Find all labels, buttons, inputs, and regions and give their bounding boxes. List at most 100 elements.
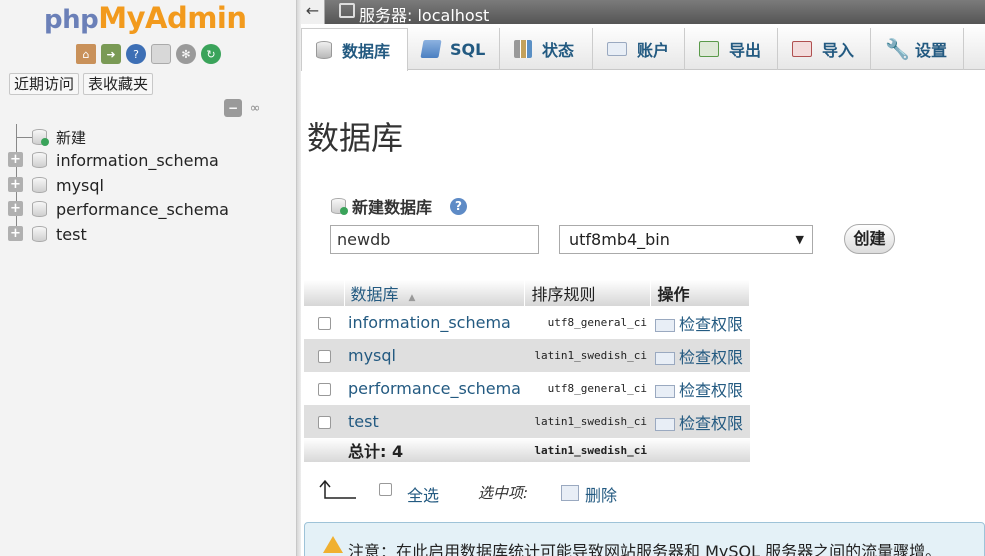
help-icon[interactable]: ?: [450, 197, 468, 215]
dropdown-arrow-icon: ▼: [795, 233, 804, 246]
logo-my-text: My: [98, 1, 145, 35]
back-arrow-icon[interactable]: ←: [301, 0, 325, 24]
phpmyadmin-logo[interactable]: phpMyAdmin: [44, 1, 247, 35]
tree-connector: [16, 137, 32, 138]
tree-item-label[interactable]: performance_schema: [56, 200, 229, 219]
header-action: 操作: [650, 280, 750, 306]
create-database-heading: 新建数据库 ?: [331, 194, 468, 218]
database-icon: [316, 41, 332, 59]
collation-select[interactable]: utf8mb4_bin ▼: [559, 225, 813, 254]
database-name-link[interactable]: mysql: [344, 339, 525, 372]
collation-cell: latin1_swedish_ci: [524, 405, 651, 438]
header-database[interactable]: 数据库 ▲: [344, 280, 526, 306]
collapse-all-icon[interactable]: −: [224, 99, 242, 117]
collation-cell: utf8_general_ci: [524, 306, 651, 339]
recent-tab[interactable]: 近期访问: [9, 73, 80, 95]
database-icon: [32, 201, 47, 217]
row-checkbox[interactable]: [318, 350, 331, 363]
tab-sql[interactable]: SQL: [408, 28, 500, 70]
notice-box: 注意：在此启用数据库统计可能导致网站服务器和 MySQL 服务器之间的流量骤增。: [304, 522, 985, 556]
server-icon: [339, 3, 355, 18]
select-all-label[interactable]: 全选: [407, 482, 439, 506]
tab-status[interactable]: 状态: [500, 28, 593, 70]
new-database-icon: [32, 129, 49, 146]
delete-button[interactable]: 删除: [585, 482, 617, 506]
check-privileges-link[interactable]: 检查权限: [650, 339, 750, 372]
server-breadcrumb[interactable]: 服务器: localhost: [359, 2, 489, 26]
database-table: 数据库 ▲ 排序规则 操作 information_schema utf8_gen…: [304, 280, 750, 462]
new-database-icon: [331, 198, 348, 215]
row-checkbox[interactable]: [318, 317, 331, 330]
table-header-row: 数据库 ▲ 排序规则 操作: [304, 280, 750, 306]
panel-resize-handle[interactable]: [297, 0, 301, 556]
database-name-input[interactable]: [330, 225, 539, 254]
settings-icon[interactable]: ✻: [176, 44, 196, 64]
table-row: mysql latin1_swedish_ci 检查权限: [304, 339, 750, 372]
delete-icon[interactable]: [561, 485, 579, 501]
tree-item-label[interactable]: information_schema: [56, 151, 219, 170]
tab-label: 数据库: [342, 42, 391, 61]
expand-icon[interactable]: +: [8, 177, 23, 192]
logo-php-text: php: [44, 5, 99, 35]
home-icon[interactable]: ⌂: [76, 44, 96, 64]
check-privileges-link[interactable]: 检查权限: [650, 306, 750, 339]
table-row: test latin1_swedish_ci 检查权限: [304, 405, 750, 438]
total-count: 总计: 4: [344, 438, 525, 462]
tab-label: SQL: [450, 39, 486, 59]
tab-export[interactable]: 导出: [685, 28, 778, 70]
check-privileges-link[interactable]: 检查权限: [650, 372, 750, 405]
tab-label: 导出: [729, 41, 762, 60]
favorites-tab[interactable]: 表收藏夹: [83, 73, 154, 95]
sort-ascending-icon: ▲: [408, 293, 416, 303]
table-row: performance_schema utf8_general_ci 检查权限: [304, 372, 750, 405]
header-collation[interactable]: 排序规则: [524, 280, 652, 306]
tab-settings[interactable]: 🔧 设置: [871, 28, 964, 70]
expand-icon[interactable]: +: [8, 201, 23, 216]
tab-import[interactable]: 导入: [778, 28, 871, 70]
page-title: 数据库: [307, 119, 404, 157]
logo-admin-text: Admin: [145, 1, 247, 35]
settings-icon: 🔧: [885, 37, 910, 61]
collation-cell: latin1_swedish_ci: [524, 339, 651, 372]
database-name-link[interactable]: performance_schema: [344, 372, 525, 405]
help-icon[interactable]: ?: [126, 44, 146, 64]
warning-icon: [323, 536, 343, 553]
tab-label: 导入: [822, 41, 855, 60]
nav-quick-icons: ⌂ ➜ ? ✻ ↻: [76, 44, 221, 64]
table-row: information_schema utf8_general_ci 检查权限: [304, 306, 750, 339]
tree-item-label[interactable]: test: [56, 225, 87, 244]
database-name-link[interactable]: information_schema: [344, 306, 525, 339]
main-menu: 数据库 SQL 状态 账户 导出 导入 🔧 设置: [301, 24, 985, 71]
accounts-icon: [607, 42, 627, 56]
server-breadcrumb-bar: ← 服务器: localhost: [301, 0, 985, 26]
notice-text: 注意：在此启用数据库统计可能导致网站服务器和 MySQL 服务器之间的流量骤增。: [348, 542, 942, 556]
create-database-label: 新建数据库: [352, 198, 433, 217]
row-checkbox[interactable]: [318, 383, 331, 396]
expand-icon[interactable]: +: [8, 152, 23, 167]
table-total-row: 总计: 4 latin1_swedish_ci: [304, 438, 750, 462]
database-name-link[interactable]: test: [344, 405, 525, 438]
create-button[interactable]: 创建: [844, 224, 895, 254]
nav-tabs: 近期访问 表收藏夹: [9, 73, 154, 95]
database-icon: [32, 177, 47, 193]
check-privileges-link[interactable]: 检查权限: [650, 405, 750, 438]
tree-item-label[interactable]: mysql: [56, 176, 104, 195]
privileges-icon: [654, 351, 675, 365]
tree-item-label: 新建: [56, 128, 87, 147]
reload-icon[interactable]: ↻: [201, 44, 221, 64]
export-icon: [699, 41, 719, 57]
expand-icon[interactable]: +: [8, 226, 23, 241]
link-with-main-icon[interactable]: ∞: [246, 99, 264, 117]
select-all-checkbox[interactable]: [379, 483, 392, 496]
navigation-panel: phpMyAdmin ⌂ ➜ ? ✻ ↻ 近期访问 表收藏夹 − ∞ 新建 + …: [0, 0, 297, 556]
tab-accounts[interactable]: 账户: [593, 28, 685, 70]
docs-icon[interactable]: [151, 44, 171, 64]
database-icon: [32, 152, 47, 168]
privileges-icon: [654, 318, 675, 332]
import-icon: [792, 41, 812, 57]
row-checkbox[interactable]: [318, 416, 331, 429]
tab-databases[interactable]: 数据库: [301, 28, 408, 71]
with-selected-label: 选中项:: [478, 484, 529, 502]
exit-icon[interactable]: ➜: [101, 44, 121, 64]
tab-label: 状态: [542, 41, 575, 60]
